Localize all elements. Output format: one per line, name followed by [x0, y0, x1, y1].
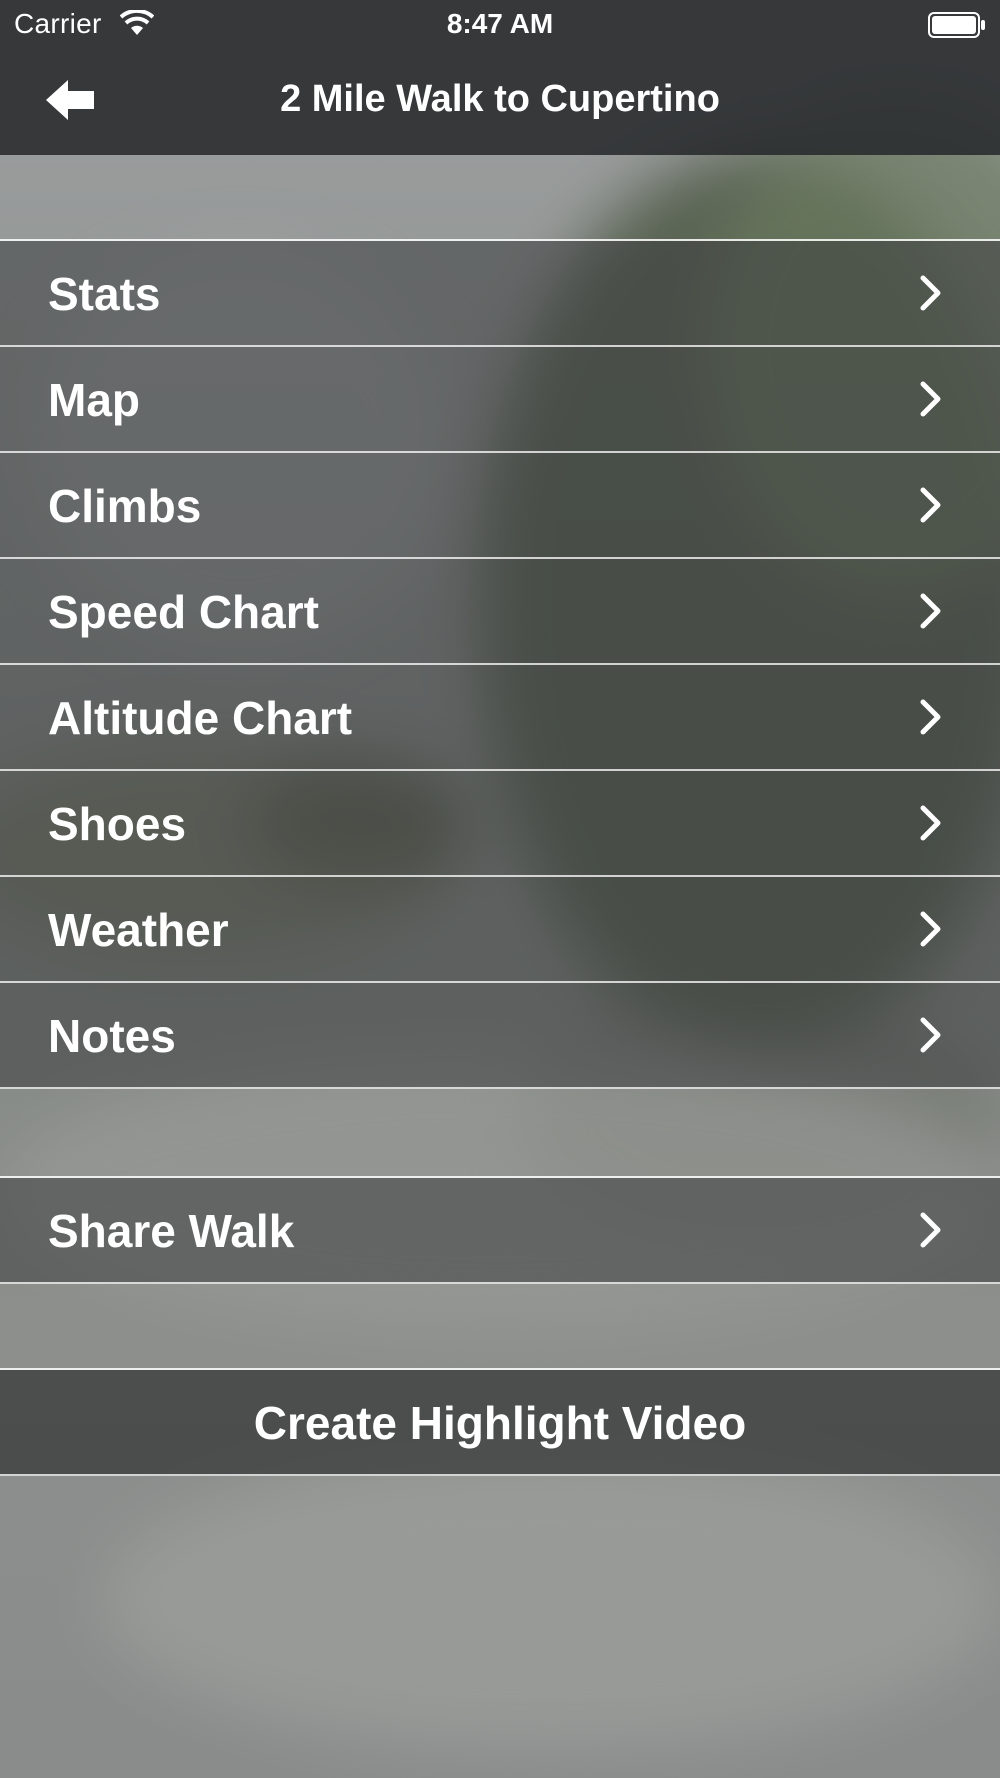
chevron-right-icon	[920, 805, 941, 841]
chevron-right-icon	[920, 381, 941, 417]
menu-item-label: Shoes	[48, 798, 187, 850]
back-button[interactable]	[44, 76, 100, 124]
menu-list: Stats Map Climbs Speed Chart Altitude Ch…	[0, 239, 1000, 1089]
menu-item-label: Notes	[48, 1010, 176, 1062]
menu-item-altitude-chart[interactable]: Altitude Chart	[0, 665, 1000, 771]
create-highlight-video-button[interactable]: Create Highlight Video	[0, 1370, 1000, 1476]
chevron-right-icon	[920, 1017, 941, 1053]
menu-item-label: Climbs	[48, 480, 202, 532]
chevron-right-icon	[920, 699, 941, 735]
menu-item-speed-chart[interactable]: Speed Chart	[0, 559, 1000, 665]
chevron-right-icon	[920, 487, 941, 523]
menu-item-label: Map	[48, 374, 140, 426]
menu-item-shoes[interactable]: Shoes	[0, 771, 1000, 877]
share-walk-button[interactable]: Share Walk	[0, 1178, 1000, 1284]
chevron-right-icon	[920, 275, 941, 311]
highlight-section: Create Highlight Video	[0, 1368, 1000, 1476]
walk-detail-screen: 2 Mile Walk to Cupertino Carrier 8:47 AM…	[0, 0, 1000, 1778]
share-section: Share Walk	[0, 1176, 1000, 1284]
menu-item-label: Weather	[48, 904, 229, 956]
create-highlight-video-label: Create Highlight Video	[253, 1397, 747, 1449]
status-bar: Carrier 8:47 AM	[0, 0, 1000, 52]
chevron-right-icon	[920, 593, 941, 629]
menu-item-label: Speed Chart	[48, 586, 319, 638]
page-title: 2 Mile Walk to Cupertino	[280, 78, 720, 120]
menu-item-notes[interactable]: Notes	[0, 983, 1000, 1089]
menu-item-label: Stats	[48, 268, 161, 320]
share-walk-label: Share Walk	[48, 1205, 295, 1257]
arrow-left-icon	[46, 80, 94, 120]
battery-icon	[928, 12, 985, 38]
status-time: 8:47 AM	[446, 8, 554, 39]
menu-item-stats[interactable]: Stats	[0, 241, 1000, 347]
chevron-right-icon	[920, 911, 941, 947]
chevron-right-icon	[920, 1212, 941, 1248]
menu-item-climbs[interactable]: Climbs	[0, 453, 1000, 559]
menu-item-label: Altitude Chart	[48, 692, 353, 744]
menu-item-map[interactable]: Map	[0, 347, 1000, 453]
menu-item-weather[interactable]: Weather	[0, 877, 1000, 983]
